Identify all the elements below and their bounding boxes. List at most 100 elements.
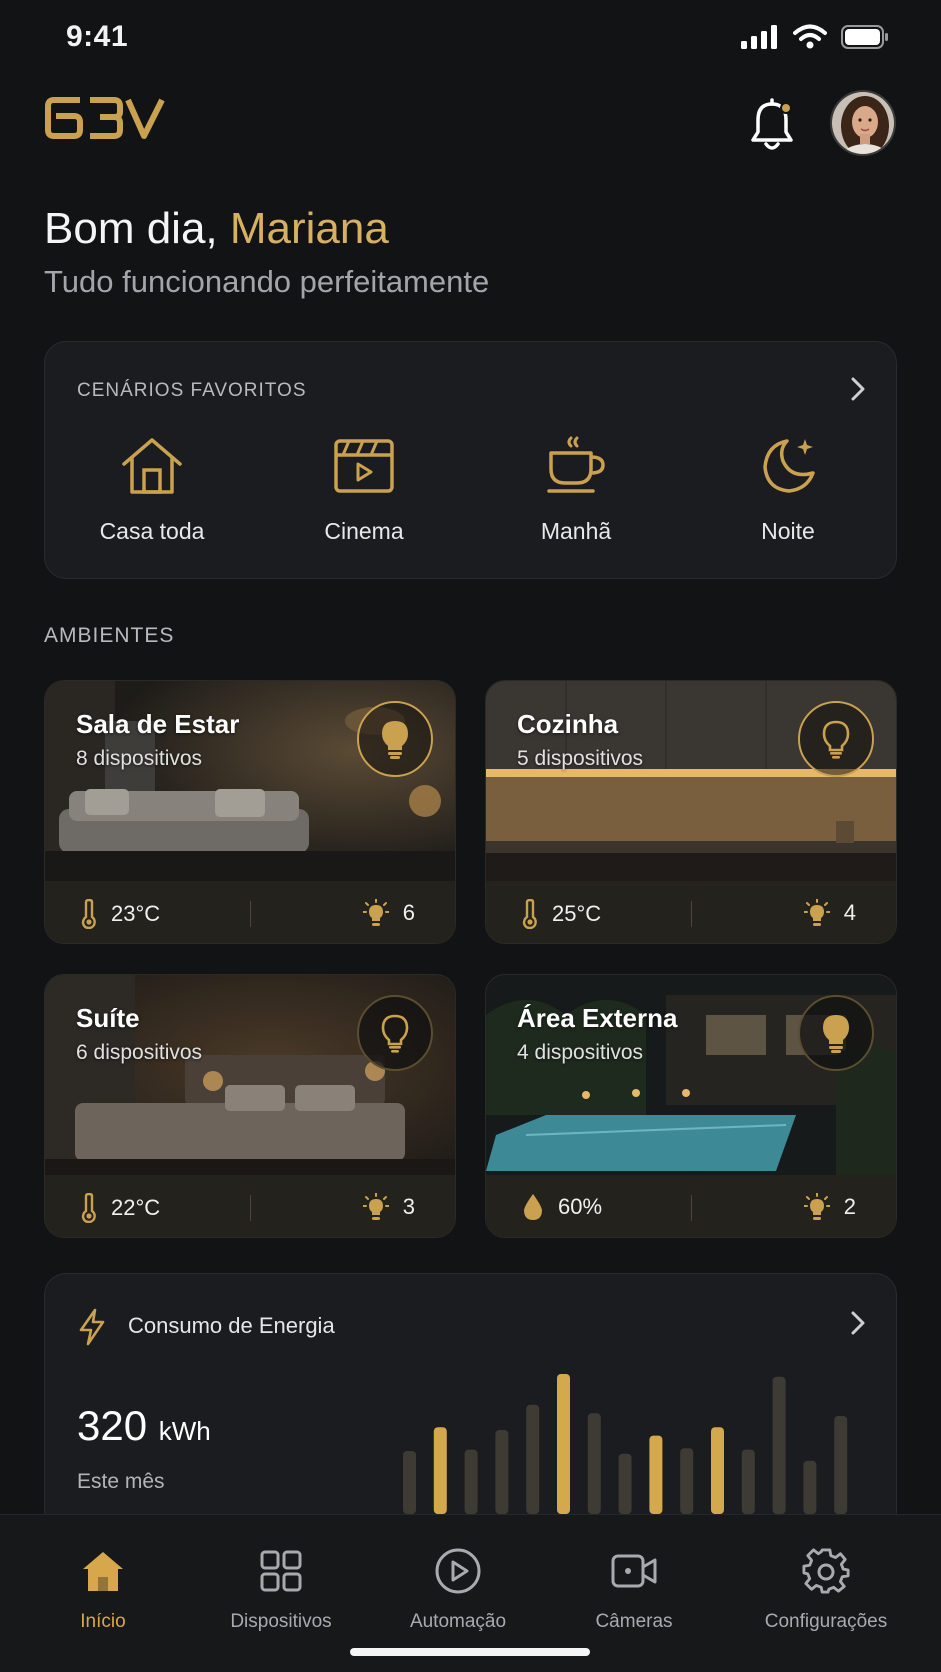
room-devices: 4 dispositivos: [517, 1041, 644, 1064]
moon-icon: [763, 439, 815, 493]
nav-label: Câmeras: [595, 1611, 673, 1632]
room-footer: 25°C 4: [486, 881, 896, 943]
room-card-cozinha[interactable]: Cozinha 5 dispositivos 25°C 4: [485, 680, 897, 944]
lightbulb-icon: [823, 1015, 849, 1053]
droplet-icon: [524, 1194, 542, 1220]
nav-label: Início: [80, 1611, 126, 1632]
scene-label: Casa toda: [99, 518, 205, 544]
room-temperature: 25°C: [552, 901, 602, 926]
energy-unit: kWh: [158, 1416, 211, 1446]
wifi-icon: [793, 24, 827, 49]
lightbulb-icon: [362, 1193, 389, 1220]
chevron-right-icon: [851, 1311, 865, 1335]
nav-label: Configurações: [764, 1611, 888, 1632]
energy-bar: [649, 1435, 663, 1514]
nav-label: Dispositivos: [230, 1611, 332, 1632]
scene-label: Cinema: [324, 518, 404, 544]
greeting-subtitle: Tudo funcionando perfeitamente: [44, 264, 490, 299]
home-icon: [122, 438, 182, 494]
lightning-bolt-icon: [79, 1308, 105, 1346]
room-humidity: 60%: [558, 1194, 603, 1219]
energy-more-button[interactable]: [850, 1310, 866, 1341]
favorite-scenes-more-button[interactable]: [850, 376, 866, 407]
room-footer: 60% 2: [486, 1175, 896, 1237]
room-lights-count: 4: [843, 900, 856, 925]
room-lights-count: 3: [402, 1194, 415, 1219]
scene-label: Manhã: [540, 518, 612, 544]
film-icon: [334, 439, 394, 493]
scene-manha[interactable]: Manhã: [496, 432, 656, 545]
battery-icon: [841, 25, 888, 49]
energy-bar: [557, 1374, 570, 1514]
lightbulb-icon: [803, 899, 830, 926]
room-light-toggle[interactable]: [357, 701, 433, 777]
energy-bar: [526, 1404, 540, 1514]
thermometer-icon: [81, 899, 96, 929]
video-camera-icon: [611, 1554, 657, 1588]
greeting-title: Bom dia, Mariana: [44, 204, 389, 254]
nav-cameras[interactable]: Câmeras: [546, 1545, 722, 1633]
lightbulb-outline-icon: [822, 720, 850, 759]
brand-logo: [44, 96, 166, 145]
thermometer-icon: [81, 1193, 96, 1223]
nav-dispositivos[interactable]: Dispositivos: [193, 1545, 369, 1633]
grid-icon: [260, 1550, 302, 1592]
nav-configuracoes[interactable]: Configurações: [738, 1545, 914, 1633]
energy-card[interactable]: Consumo de Energia 320 kWh Este mês: [44, 1273, 897, 1533]
thermometer-icon: [522, 899, 537, 929]
home-indicator: [350, 1648, 590, 1656]
energy-bar-chart: [403, 1374, 848, 1514]
room-light-toggle[interactable]: [798, 995, 874, 1071]
nav-automacao[interactable]: Automação: [370, 1545, 546, 1633]
status-time: 9:41: [66, 20, 129, 53]
favorite-scenes-title: CENÁRIOS FAVORITOS: [77, 380, 307, 401]
room-name: Suíte: [76, 1003, 140, 1033]
room-card-area-externa[interactable]: Área Externa 4 dispositivos 60% 2: [485, 974, 897, 1238]
footer-divider: [250, 1195, 251, 1221]
greeting-prefix: Bom dia,: [44, 204, 230, 253]
chevron-right-icon: [851, 377, 865, 401]
room-lights-count: 2: [843, 1194, 856, 1219]
signal-icon: [741, 25, 777, 49]
room-temperature: 23°C: [111, 901, 161, 926]
energy-bar: [680, 1448, 694, 1514]
room-light-toggle[interactable]: [798, 701, 874, 777]
lightbulb-icon: [382, 721, 408, 759]
energy-bar: [711, 1427, 724, 1514]
nav-inicio[interactable]: Início: [15, 1545, 191, 1633]
play-circle-icon: [435, 1548, 481, 1594]
energy-bar: [772, 1376, 786, 1514]
room-footer: 22°C 3: [45, 1175, 455, 1237]
room-card-sala-de-estar[interactable]: Sala de Estar 8 dispositivos 23°C 6: [44, 680, 456, 944]
coffee-icon: [547, 436, 605, 493]
energy-bar: [803, 1460, 817, 1514]
scene-noite[interactable]: Noite: [708, 432, 868, 545]
footer-divider: [250, 901, 251, 927]
room-temperature: 22°C: [111, 1195, 161, 1220]
gear-icon: [802, 1548, 850, 1594]
room-footer: 23°C 6: [45, 881, 455, 943]
energy-number: 320: [77, 1402, 148, 1449]
user-avatar[interactable]: [830, 90, 896, 156]
room-devices: 8 dispositivos: [76, 747, 203, 770]
footer-divider: [691, 1195, 692, 1221]
bolt-icon-wrap: [77, 1308, 107, 1351]
scene-cinema[interactable]: Cinema: [284, 432, 444, 545]
room-devices: 5 dispositivos: [517, 747, 644, 770]
lightbulb-icon: [362, 899, 389, 926]
scene-casa-toda[interactable]: Casa toda: [72, 432, 232, 545]
footer-divider: [691, 901, 692, 927]
room-card-suite[interactable]: Suíte 6 dispositivos 22°C 3: [44, 974, 456, 1238]
energy-title: Consumo de Energia: [128, 1313, 335, 1338]
room-name: Área Externa: [517, 1003, 678, 1033]
energy-bar: [587, 1413, 601, 1514]
scene-label: Noite: [761, 518, 815, 544]
room-lights-count: 6: [402, 900, 415, 925]
status-icons: [741, 24, 889, 50]
notifications-button[interactable]: [748, 98, 796, 154]
room-light-toggle[interactable]: [357, 995, 433, 1071]
notification-badge: [780, 102, 792, 114]
lightbulb-outline-icon: [381, 1014, 409, 1053]
favorite-scenes-card: CENÁRIOS FAVORITOS Casa toda Cinema Manh…: [44, 341, 897, 579]
rooms-section-title: AMBIENTES: [44, 624, 175, 647]
